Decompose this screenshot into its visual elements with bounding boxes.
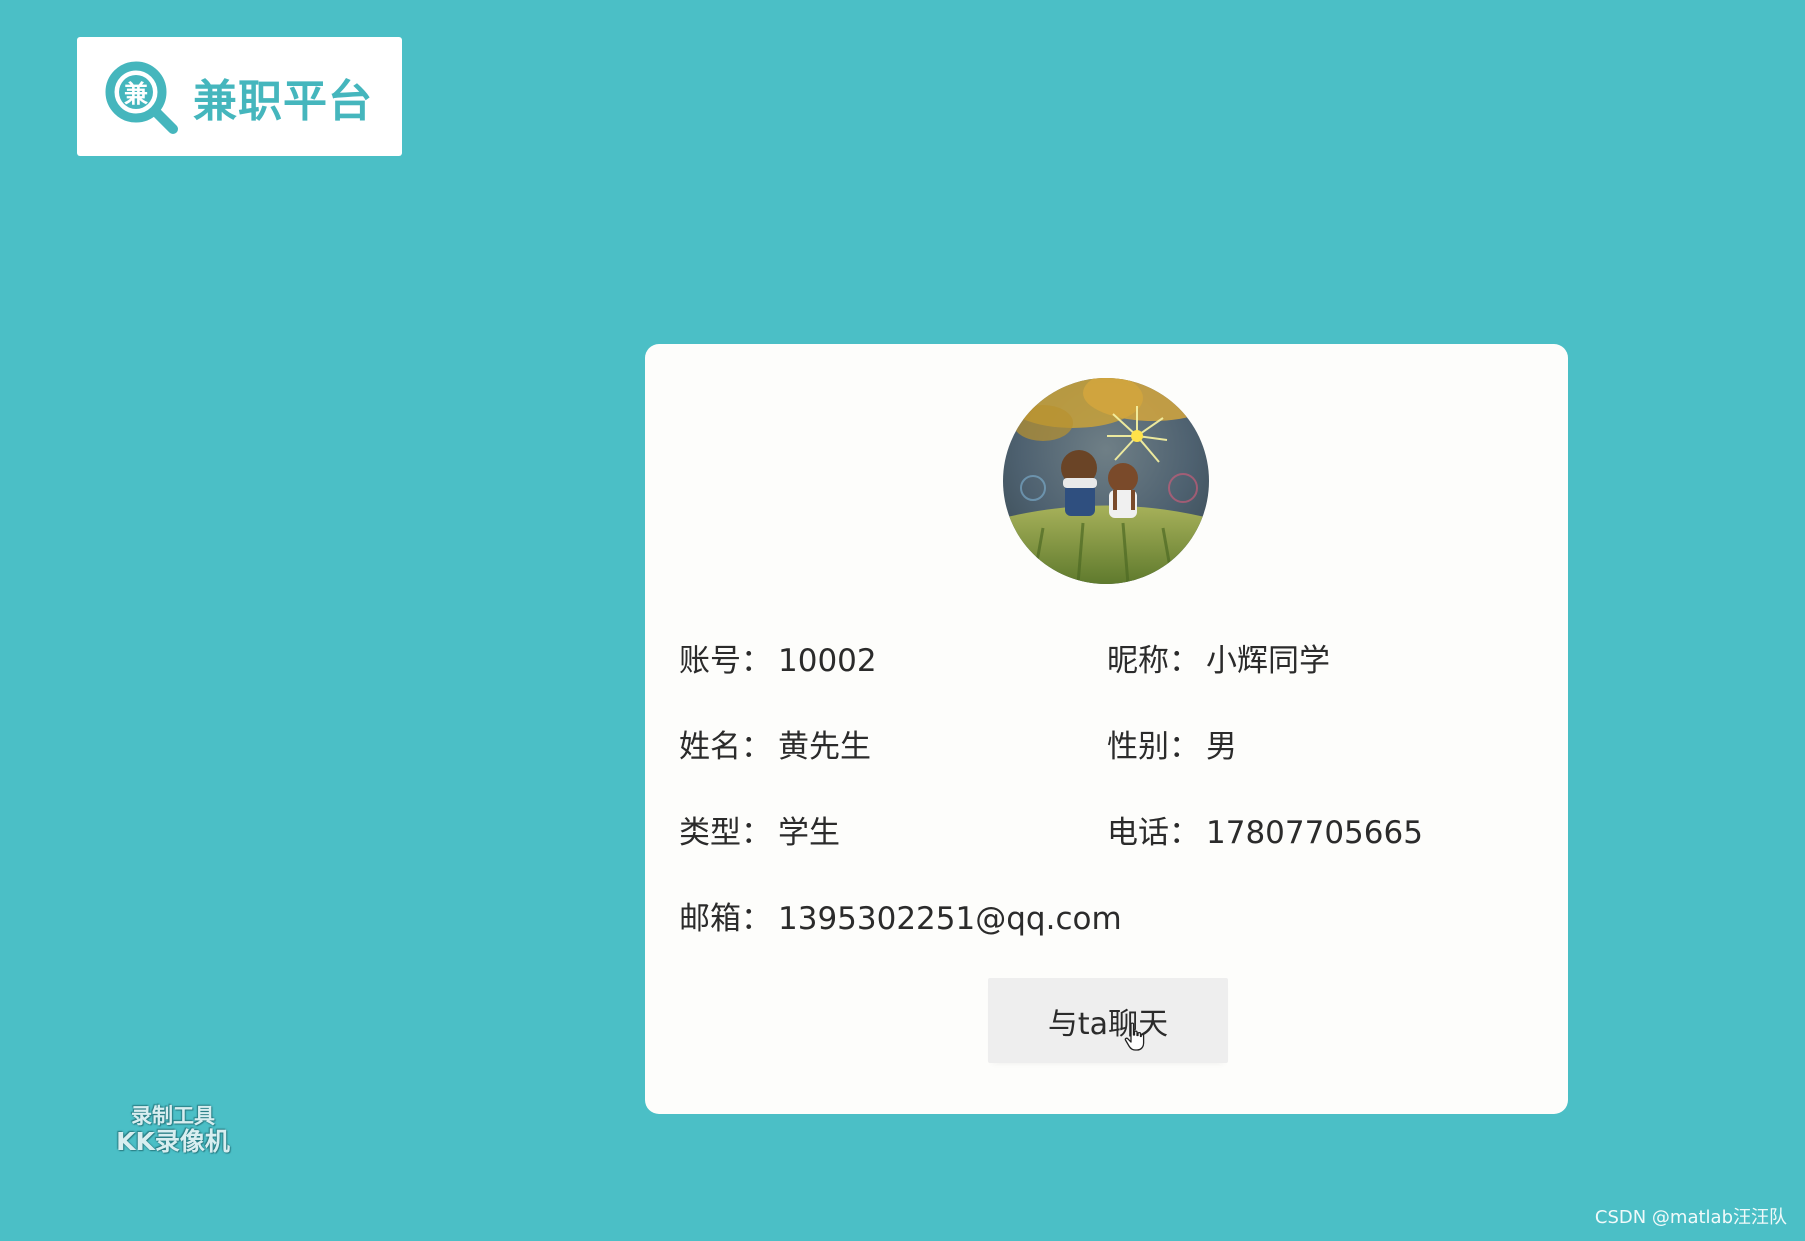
info-row: 姓名： 黄先生 性别：男 <box>679 700 1539 786</box>
info-row: 类型： 学生 电话： 17807705665 <box>679 786 1539 872</box>
type-label: 类型 <box>679 814 741 851</box>
logo-text: 兼职平台 <box>193 75 373 127</box>
phone-field: 电话： 17807705665 <box>1107 807 1535 852</box>
avatar-image <box>1003 378 1209 584</box>
separator: ： <box>1169 642 1200 679</box>
info-row: 邮箱： 1395302251@qq.com <box>679 872 1539 958</box>
name-label: 姓名 <box>679 728 741 765</box>
account-field: 账号： 10002 <box>679 635 1107 680</box>
phone-value: 17807705665 <box>1206 814 1423 851</box>
email-label: 邮箱 <box>679 900 741 937</box>
email-value: 1395302251@qq.com <box>778 900 1122 937</box>
account-label: 账号 <box>679 642 741 679</box>
profile-info: 账号： 10002 昵称： 小辉同学 姓名： 黄先生 性别：男 类型： 学生 电话： 17… <box>679 614 1539 958</box>
separator: ： <box>741 642 772 679</box>
account-value: 10002 <box>778 642 877 679</box>
csdn-watermark: CSDN @matlab汪汪队 <box>1594 1207 1787 1228</box>
name-value: 黄先生 <box>778 728 871 765</box>
email-field: 邮箱： 1395302251@qq.com <box>679 893 1122 938</box>
logo[interactable]: 兼 兼职平台 <box>77 37 402 156</box>
gender-field: 性别：男 <box>1107 721 1535 766</box>
profile-card: 账号： 10002 昵称： 小辉同学 姓名： 黄先生 性别：男 类型： 学生 电话： 17… <box>645 344 1568 1114</box>
info-row: 账号： 10002 昵称： 小辉同学 <box>679 614 1539 700</box>
separator: ： <box>1169 728 1200 765</box>
nickname-label: 昵称 <box>1107 642 1169 679</box>
search-logo-icon: 兼 <box>105 61 178 134</box>
chat-with-user-button[interactable]: 与ta聊天 <box>988 978 1228 1063</box>
recorder-watermark-line2: KK录像机 <box>116 1127 230 1157</box>
name-field: 姓名： 黄先生 <box>679 721 1107 766</box>
nickname-field: 昵称： 小辉同学 <box>1107 635 1535 680</box>
separator: ： <box>741 728 772 765</box>
hand-cursor-icon <box>1124 1022 1145 1051</box>
recorder-watermark: 录制工具 KK录像机 <box>108 1104 238 1157</box>
avatar <box>1003 378 1209 584</box>
gender-label: 性别 <box>1107 728 1169 765</box>
type-field: 类型： 学生 <box>679 807 1107 852</box>
type-value: 学生 <box>778 814 840 851</box>
recorder-watermark-line1: 录制工具 <box>131 1104 215 1128</box>
phone-label: 电话 <box>1107 814 1169 851</box>
logo-glyph: 兼 <box>124 80 148 108</box>
separator: ： <box>1169 814 1200 851</box>
nickname-value: 小辉同学 <box>1206 642 1330 679</box>
gender-value: 男 <box>1206 728 1237 765</box>
separator: ： <box>741 900 772 937</box>
separator: ： <box>741 814 772 851</box>
